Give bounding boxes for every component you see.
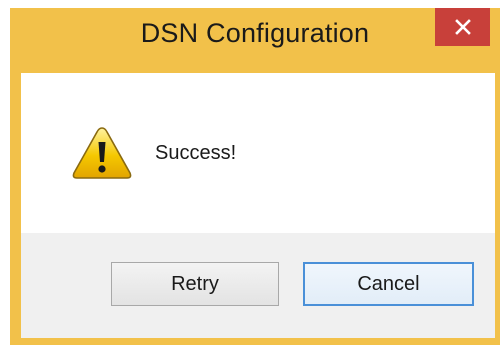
retry-button[interactable]: Retry [111, 262, 279, 306]
cancel-button[interactable]: Cancel [303, 262, 474, 306]
dialog-body: Success! Retry Cancel [21, 73, 495, 338]
message-area: Success! [21, 73, 495, 233]
warning-icon [72, 127, 132, 179]
dialog-window: DSN Configuration Success! Retry Cancel [0, 0, 502, 345]
close-button[interactable] [435, 8, 490, 46]
close-icon [454, 19, 471, 35]
title-bar[interactable]: DSN Configuration [10, 8, 500, 70]
message-text: Success! [155, 142, 237, 164]
button-bar: Retry Cancel [21, 233, 495, 338]
window-title: DSN Configuration [140, 18, 370, 48]
